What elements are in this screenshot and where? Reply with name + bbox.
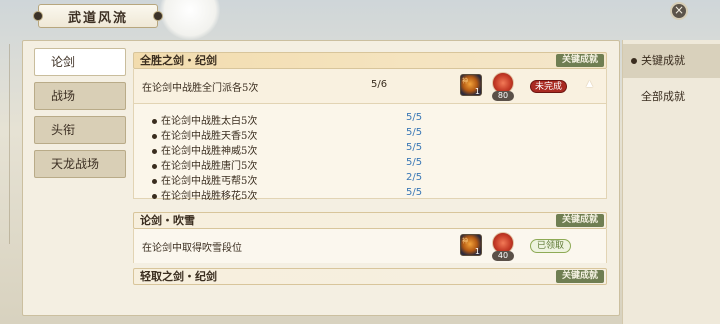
reward-item-count: 1 <box>474 247 480 256</box>
reward-item-icon[interactable]: 神 1 <box>460 74 482 96</box>
filter-label: 全部成就 <box>641 90 685 103</box>
subtask-progress: 5/5 <box>406 187 423 198</box>
task-name: 在论剑中取得吹雪段位 <box>142 243 242 254</box>
filter-key-achievements[interactable]: 关键成就 <box>623 44 720 78</box>
key-achievement-tag: 关键成就 <box>555 54 604 67</box>
tab-lunjian[interactable]: 论剑 <box>34 48 126 76</box>
section-header: 论剑・吹雪 关键成就 <box>133 212 607 229</box>
subtask-progress: 2/5 <box>406 172 423 183</box>
task-name: 在论剑中战胜全门派各5次 <box>142 83 259 94</box>
section-title: 论剑・吹雪 <box>140 214 195 227</box>
reward-item-tag: 神 <box>462 238 469 245</box>
window-title-plaque: 武道风流 <box>33 4 163 28</box>
right-filter-panel: 关键成就 全部成就 <box>622 40 720 324</box>
tab-touxian[interactable]: 头衔 <box>34 116 126 144</box>
subtask-item: 在论剑中战胜唐门5次 <box>152 157 257 172</box>
task-progress: 5/6 <box>371 79 388 90</box>
section-title: 轻取之剑・纪剑 <box>140 270 217 283</box>
subtask-item: 在论剑中战胜丐帮5次 <box>152 172 257 187</box>
status-badge-claimed: 已领取 <box>530 239 572 253</box>
section-header: 全胜之剑・纪剑 关键成就 <box>133 52 607 69</box>
subtask-progress: 5/5 <box>406 142 423 153</box>
chevron-up-icon[interactable]: ▲ <box>586 79 593 89</box>
achievement-list[interactable]: 全胜之剑・纪剑 关键成就 在论剑中战胜全门派各5次 5/6 神 1 80 未完成… <box>133 50 607 286</box>
reward-currency-amount: 80 <box>492 91 514 101</box>
filter-label: 关键成就 <box>641 54 685 67</box>
selected-dot-icon <box>631 58 637 64</box>
filter-all-achievements[interactable]: 全部成就 <box>623 80 720 114</box>
task-row[interactable]: 在论剑中取得吹雪段位 神 1 40 已领取 <box>133 229 607 263</box>
subtask-item: 在论剑中战胜天香5次 <box>152 127 257 142</box>
key-achievement-tag: 关键成就 <box>555 270 604 283</box>
subtask-item: 在论剑中战胜移花5次 <box>152 187 257 202</box>
task-row[interactable]: 在论剑中战胜全门派各5次 5/6 神 1 80 未完成 ▲ <box>133 69 607 103</box>
key-achievement-tag: 关键成就 <box>555 214 604 227</box>
tab-tianlong-zhanchang[interactable]: 天龙战场 <box>34 150 126 178</box>
subtask-item: 在论剑中战胜神威5次 <box>152 142 257 157</box>
scroll-knob-left <box>33 11 43 21</box>
tab-zhanchang[interactable]: 战场 <box>34 82 126 110</box>
window-title: 武道风流 <box>67 10 128 26</box>
left-calligraphy-decoration <box>2 44 18 276</box>
subtask-item: 在论剑中战胜太白5次 <box>152 112 257 127</box>
reward-item-count: 1 <box>474 87 480 96</box>
reward-item-icon[interactable]: 神 1 <box>460 234 482 256</box>
subtask-progress: 5/5 <box>406 127 423 138</box>
status-badge-unfinished: 未完成 <box>530 80 568 93</box>
section-header: 轻取之剑・纪剑 关键成就 <box>133 268 607 285</box>
section-title: 全胜之剑・纪剑 <box>140 54 217 67</box>
subtask-panel: 在论剑中战胜太白5次 5/5 在论剑中战胜天香5次 5/5 在论剑中战胜神威5次… <box>133 103 607 202</box>
reward-currency-amount: 40 <box>492 251 514 261</box>
close-icon[interactable]: × <box>670 2 688 20</box>
subtask-progress: 5/5 <box>406 157 423 168</box>
subtask-progress: 5/5 <box>406 112 423 123</box>
scroll-knob-right <box>153 11 163 21</box>
reward-item-tag: 神 <box>462 78 469 85</box>
